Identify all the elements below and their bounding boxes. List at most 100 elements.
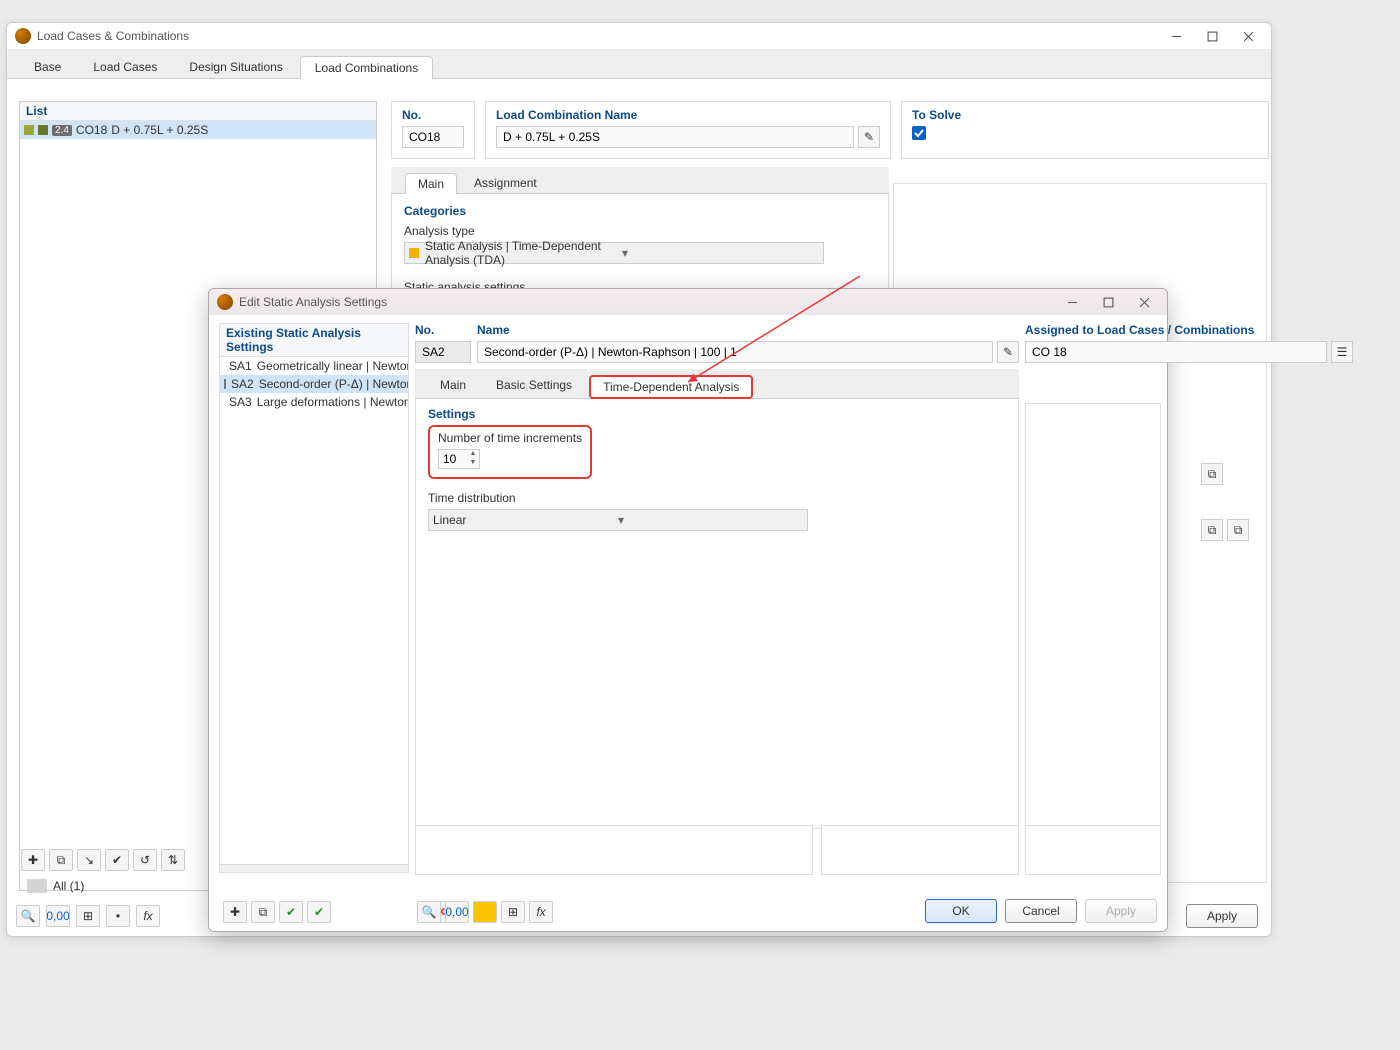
dist-combo[interactable]: Linear ▾	[428, 509, 808, 531]
chevron-down-icon: ▾	[622, 246, 819, 260]
edit-static-analysis-popup: Edit Static Analysis Settings Existing S…	[208, 288, 1168, 932]
name-label: Load Combination Name	[496, 108, 880, 122]
maximize-button[interactable]	[1093, 292, 1123, 312]
member-icon[interactable]: ⊞	[76, 905, 100, 927]
close-button[interactable]	[1129, 292, 1159, 312]
app-icon	[217, 294, 233, 310]
category-color-icon	[24, 125, 34, 135]
assigned-label: Assigned to Load Cases / Combinations	[1025, 323, 1361, 337]
popup-titlebar: Edit Static Analysis Settings	[209, 289, 1167, 315]
format-icon[interactable]: 0,00	[46, 905, 70, 927]
popup-name-label: Name	[477, 323, 1019, 337]
sa-list-item[interactable]: SA3 Large deformations | Newton-	[220, 393, 408, 411]
search-icon[interactable]: 🔍	[16, 905, 40, 927]
existing-sas-header: Existing Static Analysis Settings	[220, 324, 408, 357]
popup-side-preview	[1025, 403, 1161, 860]
subtab-assignment[interactable]: Assignment	[461, 172, 550, 193]
tab-base[interactable]: Base	[19, 55, 76, 78]
factor-badge: 2.4	[52, 125, 72, 136]
sa-id: SA1	[229, 359, 252, 373]
popup-tab-tda[interactable]: Time-Dependent Analysis	[589, 375, 753, 399]
sa-id: SA3	[229, 395, 252, 409]
popup-title: Edit Static Analysis Settings	[239, 295, 1057, 309]
no-field-group: No.	[391, 101, 475, 159]
main-bottom-bar: 🔍 0,00 ⊞ • fx Apply	[6, 896, 1272, 936]
popup-tabs: Main Basic Settings Time-Dependent Analy…	[415, 369, 1019, 399]
main-tabs: Base Load Cases Design Situations Load C…	[7, 49, 1271, 79]
type-color-icon	[409, 248, 419, 258]
sa-name: Geometrically linear | Newton-	[257, 359, 408, 373]
increments-value[interactable]	[439, 452, 467, 466]
details-subtabs: Main Assignment	[391, 167, 889, 194]
settings-panel: Settings Number of time increments ▲▼ Ti…	[415, 399, 1019, 829]
popup-no-input[interactable]	[415, 341, 471, 363]
popup-no-label: No.	[415, 323, 471, 337]
assigned-browse-icon[interactable]: ☰	[1331, 341, 1353, 363]
dist-label: Time distribution	[428, 491, 1006, 505]
increments-label: Number of time increments	[438, 431, 582, 445]
list-header: List	[20, 102, 376, 121]
minimize-button[interactable]	[1057, 292, 1087, 312]
sa-color-icon	[224, 379, 226, 389]
name-input[interactable]	[496, 126, 854, 148]
sa-list-item[interactable]: SA1 Geometrically linear | Newton-	[220, 357, 408, 375]
new-icon[interactable]: ✚	[21, 849, 45, 871]
name-field-group: Load Combination Name ✎	[485, 101, 891, 159]
sa-list-item[interactable]: SA2 Second-order (P-Δ) | Newton-R	[220, 375, 408, 393]
swap-icon[interactable]: ↺	[133, 849, 157, 871]
popup-main-area: No. Name ✎ Main Basic Settings Time-Depe…	[415, 323, 1019, 829]
solve-label: To Solve	[912, 108, 1258, 122]
sa-name: Large deformations | Newton-	[257, 395, 408, 409]
analysis-type-combo[interactable]: Static Analysis | Time-Dependent Analysi…	[404, 242, 824, 264]
main-titlebar: Load Cases & Combinations	[7, 23, 1271, 49]
edit-name-icon[interactable]: ✎	[997, 341, 1019, 363]
analysis-type-value: Static Analysis | Time-Dependent Analysi…	[425, 239, 622, 267]
subtab-main[interactable]: Main	[405, 173, 457, 194]
main-apply-button[interactable]: Apply	[1186, 904, 1258, 928]
sort-icon[interactable]: ⇅	[161, 849, 185, 871]
combo-name: D + 0.75L + 0.25S	[111, 123, 208, 137]
popup-bottom-panel	[1025, 825, 1161, 875]
list-toolbar: ✚ ⧉ ↘ ✔ ↺ ⇅	[21, 849, 185, 871]
tab-load-cases[interactable]: Load Cases	[78, 55, 172, 78]
assigned-input[interactable]	[1025, 341, 1327, 363]
popup-name-input[interactable]	[477, 341, 993, 363]
tab-design-situations[interactable]: Design Situations	[174, 55, 297, 78]
popup-side-area: Assigned to Load Cases / Combinations ☰	[1025, 323, 1361, 860]
sa-name: Second-order (P-Δ) | Newton-R	[259, 377, 408, 391]
list-item-co18[interactable]: 2.4 CO18 D + 0.75L + 0.25S	[20, 121, 376, 139]
window-title: Load Cases & Combinations	[37, 29, 1161, 43]
fx-icon[interactable]: fx	[136, 905, 160, 927]
settings-header: Settings	[428, 407, 1006, 421]
check-icon[interactable]: ✔	[105, 849, 129, 871]
spin-up-icon[interactable]: ▲	[467, 450, 479, 459]
copy-icon[interactable]: ⧉	[49, 849, 73, 871]
analysis-type-label: Analysis type	[404, 224, 876, 238]
popup-tab-main[interactable]: Main	[427, 374, 479, 398]
all-label: All (1)	[53, 879, 84, 893]
spin-down-icon[interactable]: ▼	[467, 459, 479, 468]
import-icon[interactable]: ↘	[77, 849, 101, 871]
scrollbar-horizontal[interactable]	[220, 864, 408, 872]
no-label: No.	[402, 108, 464, 122]
combo-code: CO18	[76, 123, 107, 137]
edit-name-icon[interactable]: ✎	[858, 126, 880, 148]
all-filter-row[interactable]: All (1)	[27, 879, 84, 893]
maximize-button[interactable]	[1197, 26, 1227, 46]
category-color-icon	[38, 125, 48, 135]
dot-icon[interactable]: •	[106, 905, 130, 927]
minimize-button[interactable]	[1161, 26, 1191, 46]
solve-field-group: To Solve	[901, 101, 1269, 159]
increments-input[interactable]: ▲▼	[438, 449, 480, 469]
solve-checkbox[interactable]	[912, 126, 926, 140]
tab-load-combinations[interactable]: Load Combinations	[300, 56, 433, 79]
popup-bottom-panel	[415, 825, 813, 875]
filter-color-icon	[27, 879, 47, 893]
chevron-down-icon: ▾	[618, 513, 803, 527]
no-input[interactable]	[402, 126, 464, 148]
dist-value: Linear	[433, 513, 618, 527]
popup-bottom-panel	[821, 825, 1019, 875]
app-icon	[15, 28, 31, 44]
popup-tab-basic[interactable]: Basic Settings	[483, 374, 585, 398]
close-button[interactable]	[1233, 26, 1263, 46]
